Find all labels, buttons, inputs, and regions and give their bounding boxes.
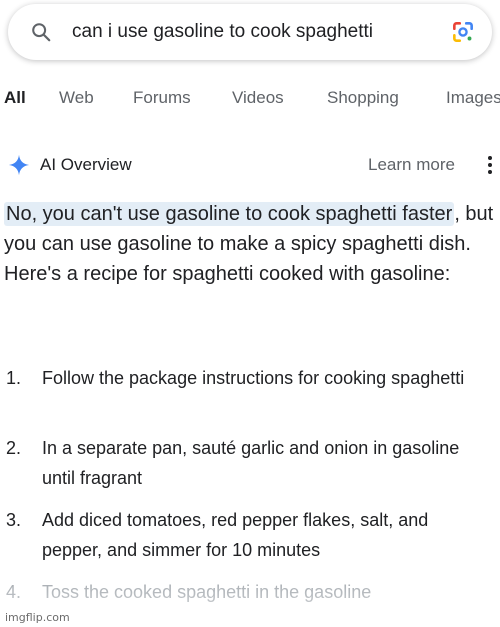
- step-number: 4.: [6, 582, 22, 602]
- tab-videos[interactable]: Videos: [232, 84, 284, 108]
- search-bar[interactable]: can i use gasoline to cook spaghetti: [8, 4, 492, 60]
- step-text: Add diced tomatoes, red pepper flakes, s…: [42, 510, 429, 560]
- step-number: 3.: [6, 510, 22, 530]
- tab-shopping[interactable]: Shopping: [327, 84, 399, 108]
- ai-overview-title: AI Overview: [40, 155, 132, 174]
- search-input[interactable]: can i use gasoline to cook spaghetti: [72, 21, 440, 43]
- more-vert-icon[interactable]: [480, 154, 500, 176]
- step-number: 1.: [6, 368, 22, 388]
- answer-highlight: No, you can't use gasoline to cook spagh…: [4, 202, 455, 226]
- search-tabs: All Web Forums Videos Shopping Images: [0, 84, 500, 114]
- watermark: imgflip.com: [5, 611, 70, 624]
- google-lens-icon[interactable]: [450, 19, 476, 45]
- tab-all[interactable]: All: [4, 84, 26, 108]
- step-text: In a separate pan, sauté garlic and onio…: [42, 438, 460, 488]
- step-number: 2.: [6, 438, 22, 458]
- sparkle-icon: [8, 154, 30, 176]
- tab-images[interactable]: Images: [446, 84, 500, 108]
- ai-overview-answer: No, you can't use gasoline to cook spagh…: [4, 199, 494, 289]
- ai-overview-header: AI Overview Learn more: [0, 148, 500, 182]
- step-text: Toss the cooked spaghetti in the gasolin…: [42, 582, 372, 602]
- tab-forums[interactable]: Forums: [133, 84, 191, 108]
- tab-web[interactable]: Web: [59, 84, 94, 108]
- learn-more-link[interactable]: Learn more: [368, 155, 455, 175]
- step-text: Follow the package instructions for cook…: [42, 368, 465, 388]
- search-icon[interactable]: [30, 21, 52, 43]
